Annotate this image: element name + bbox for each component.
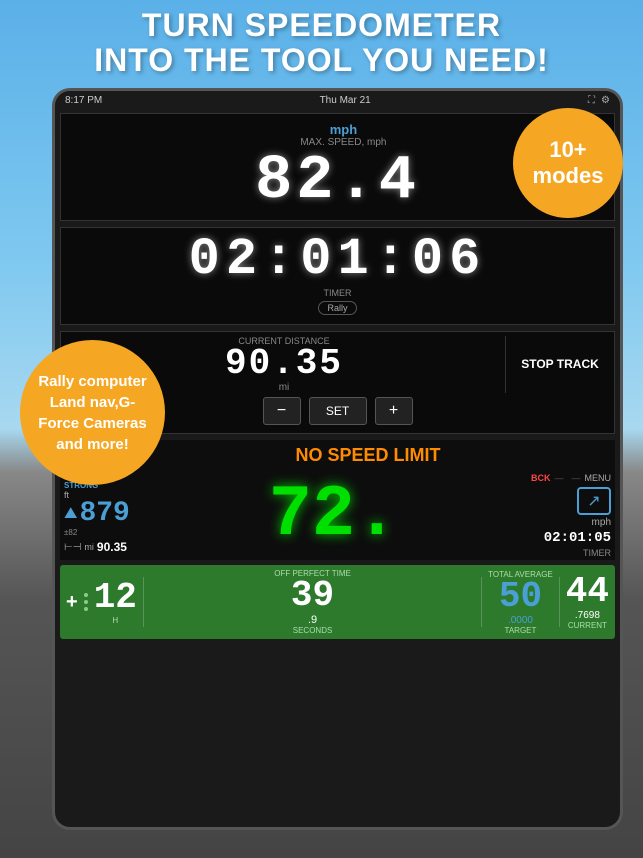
arrow-symbol: ↗ — [587, 491, 600, 511]
modes-number: 10+ — [549, 137, 586, 162]
plus-button[interactable]: + — [375, 397, 413, 425]
hud-right-panel: BCK — — MENU ↗ mph 02:01:05 TIMER — [531, 471, 611, 558]
current-dot: .7698 — [575, 610, 600, 621]
seconds-value: 39 — [291, 578, 334, 614]
header-title: TURN SPEEDOMETER INTO THE TOOL YOU NEED! — [0, 8, 643, 78]
current-value: 44 — [566, 574, 609, 610]
timer-label: TIMER — [69, 288, 606, 298]
timer-label-small: TIMER — [583, 548, 611, 558]
alt-pm: ±82 — [64, 528, 136, 537]
hud-main: GPS —— STRONG ft ⛰ 879 ±82 ⊢⊣ mi 90.35 — [60, 469, 615, 560]
elapsed-time: 02:01:05 — [544, 530, 611, 546]
target-label: TARGET — [505, 626, 537, 635]
timer-value: 02:01:06 — [69, 234, 606, 286]
set-button[interactable]: SET — [309, 397, 367, 425]
device-date: Thu Mar 21 — [320, 95, 371, 106]
target-value: 50 — [499, 579, 542, 615]
target-dot: .0000 — [508, 615, 533, 626]
bck-menu-row: BCK — — MENU — [531, 471, 611, 485]
target-col: TOTAL AVERAGE 50 .0000 TARGET — [488, 570, 553, 635]
dot9: .9 — [308, 614, 317, 626]
mi-icon: ⊢⊣ — [64, 542, 81, 553]
stop-track-area[interactable]: STOP TRACK — [506, 336, 606, 393]
hours-col: 12 H — [94, 580, 137, 625]
bck-label: BCK — [531, 473, 551, 483]
arrow-button[interactable]: ↗ — [577, 487, 611, 515]
dots-col — [84, 593, 88, 611]
hours-label: H — [112, 616, 118, 625]
device-time: 8:17 PM — [65, 95, 102, 106]
hours-value: 12 — [94, 580, 137, 616]
stop-track-button[interactable]: STOP TRACK — [521, 356, 599, 373]
live-speed: 72. — [269, 479, 399, 551]
menu-label: MENU — [585, 473, 612, 483]
seg-line-2 — [481, 577, 482, 627]
mi-label: mi — [84, 542, 94, 552]
expand-icon: ⛶ — [588, 95, 595, 106]
seconds-label: SECONDS — [293, 626, 333, 635]
off-perfect-col: OFF PERFECT TIME 39 .9 SECONDS — [150, 569, 475, 635]
altitude-value: 879 — [79, 500, 129, 528]
device-topbar: 8:17 PM Thu Mar 21 ⛶ ⚙ — [55, 91, 620, 110]
timer-section: 02:01:06 TIMER Rally — [60, 227, 615, 325]
seg-line-1 — [143, 577, 144, 627]
current-col: 44 .7698 CURRENT — [566, 574, 609, 630]
ft-label: ft — [64, 490, 69, 500]
mi-value: 90.35 — [97, 540, 127, 554]
minus-button[interactable]: − — [263, 397, 301, 425]
settings-icon: ⚙ — [601, 95, 610, 106]
no-speed-limit-label: NO SPEED LIMIT — [127, 445, 609, 466]
timer-sublabel: Rally — [318, 301, 356, 315]
dot2 — [84, 600, 88, 604]
altitude-icon: ⛰ — [64, 505, 77, 523]
dot1 — [84, 593, 88, 597]
current-label: CURRENT — [568, 621, 607, 630]
dot3 — [84, 607, 88, 611]
seg-line-3 — [559, 577, 560, 627]
plus-col: + — [66, 592, 78, 612]
hud-center: 72. — [140, 471, 527, 558]
header-section: TURN SPEEDOMETER INTO THE TOOL YOU NEED! — [0, 8, 643, 78]
rally-bubble-text: Rally computer Land nav,G-Force Cameras … — [30, 371, 155, 455]
plus-sign: + — [66, 592, 78, 612]
modes-bubble: 10+ modes — [513, 108, 623, 218]
mph-label-small: mph — [592, 517, 611, 528]
rally-bubble: Rally computer Land nav,G-Force Cameras … — [20, 340, 165, 485]
mi-row: ⊢⊣ mi 90.35 — [64, 540, 136, 554]
bottom-bar: + 12 H OFF PERFECT TIME 39 .9 SECONDS TO… — [60, 565, 615, 639]
modes-label: modes — [533, 163, 604, 188]
topbar-icons: ⛶ ⚙ — [588, 95, 610, 106]
